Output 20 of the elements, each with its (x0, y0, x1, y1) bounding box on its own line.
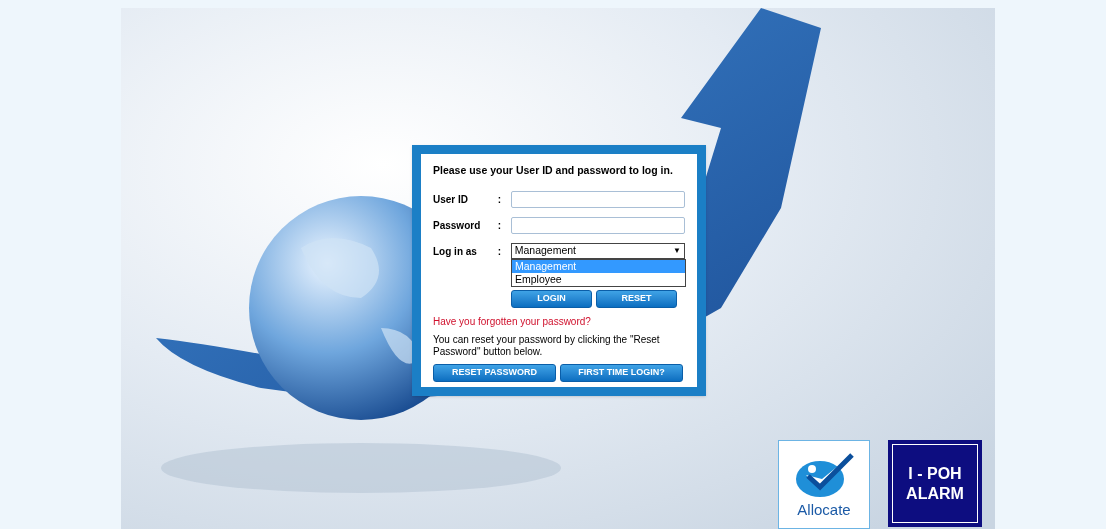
field-label: Password (433, 218, 482, 233)
field-label: Log in as (433, 244, 478, 259)
logo-text: I - POH (908, 463, 962, 484)
first-time-login-button[interactable]: FIRST TIME LOGIN? (560, 364, 683, 382)
reset-help-text: You can reset your password by clicking the "Reset Password" button below. (433, 334, 661, 358)
user-id-field[interactable] (510, 190, 685, 208)
login-instruction: Please use your User ID and password to log in. (433, 163, 674, 177)
forgot-password-link[interactable]: Have you forgotten your password? (433, 314, 685, 329)
logo-text: ALARM (906, 483, 964, 504)
field-separator: : (497, 192, 503, 207)
field-label: User ID (433, 192, 469, 207)
reset-password-button[interactable]: RESET PASSWORD (433, 364, 556, 382)
dropdown-option[interactable]: Management (512, 260, 685, 273)
password-field[interactable] (510, 216, 685, 234)
field-separator: : (497, 218, 503, 233)
reset-button[interactable]: RESET (596, 290, 677, 308)
login-button[interactable]: LOGIN (511, 290, 592, 308)
field-separator: : (497, 244, 503, 259)
logo-text: Allocate (797, 501, 851, 519)
login-role-dropdown[interactable]: Management ▼ (510, 243, 685, 259)
